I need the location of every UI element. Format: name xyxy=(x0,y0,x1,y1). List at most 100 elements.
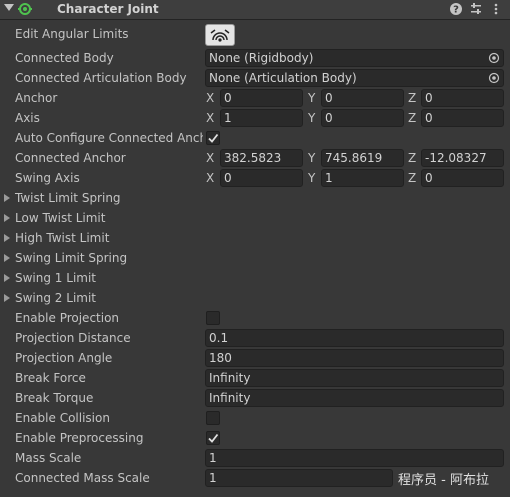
x-axis-label: X xyxy=(206,151,215,165)
y-axis-label: Y xyxy=(308,91,316,105)
edit-angular-limits-row: Edit Angular Limits xyxy=(0,24,510,44)
connected-articulation-body-value: None (Articulation Body) xyxy=(209,71,357,85)
swing-axis-label: Swing Axis xyxy=(15,171,80,185)
object-picker-icon[interactable] xyxy=(488,52,500,64)
anchor-z-field[interactable]: 0 xyxy=(421,89,504,107)
enable-projection-label: Enable Projection xyxy=(15,311,120,325)
projection-angle-field[interactable]: 180 xyxy=(205,349,504,367)
foldout-arrow-icon[interactable] xyxy=(4,294,10,302)
auto-configure-row: Auto Configure Connected Ancho xyxy=(0,128,510,148)
edit-angular-limits-button[interactable] xyxy=(205,24,235,46)
component-title: Character Joint xyxy=(57,2,159,16)
watermark-text: 程序员 - 阿布拉 xyxy=(398,473,489,488)
z-axis-label: Z xyxy=(408,151,417,165)
anchor-y-field[interactable]: 0 xyxy=(321,89,404,107)
foldout-label: Low Twist Limit xyxy=(15,211,106,225)
axis-z-field[interactable]: 0 xyxy=(421,109,504,127)
fold-arrow-icon[interactable] xyxy=(4,4,14,11)
foldout-label: High Twist Limit xyxy=(15,231,110,245)
break-force-row: Break Force Infinity xyxy=(0,368,510,388)
foldout-swing-1-limit[interactable]: Swing 1 Limit xyxy=(0,268,510,288)
break-torque-field[interactable]: Infinity xyxy=(205,389,504,407)
enable-preprocessing-checkbox[interactable] xyxy=(206,431,220,445)
foldout-arrow-icon[interactable] xyxy=(4,234,10,242)
y-axis-label: Y xyxy=(308,171,316,185)
auto-configure-label: Auto Configure Connected Ancho xyxy=(15,131,203,145)
connected-anchor-y-field[interactable]: 745.8619 xyxy=(321,149,404,167)
connected-anchor-z-field[interactable]: -12.08327 xyxy=(421,149,504,167)
z-axis-label: Z xyxy=(408,91,417,105)
swing-axis-x-field[interactable]: 0 xyxy=(220,169,303,187)
connected-anchor-x-field[interactable]: 382.5823 xyxy=(220,149,303,167)
break-force-field[interactable]: Infinity xyxy=(205,369,504,387)
axis-x-field[interactable]: 1 xyxy=(220,109,303,127)
connected-anchor-label: Connected Anchor xyxy=(15,151,126,165)
mass-scale-label: Mass Scale xyxy=(15,451,82,465)
swing-axis-row: Swing Axis X 0 Y 1 Z 0 xyxy=(0,168,510,188)
y-axis-label: Y xyxy=(308,111,316,125)
connected-articulation-body-label: Connected Articulation Body xyxy=(15,71,187,85)
foldout-arrow-icon[interactable] xyxy=(4,274,10,282)
checkmark-icon xyxy=(208,133,219,143)
component-header: Character Joint ? xyxy=(0,0,510,20)
projection-distance-row: Projection Distance 0.1 xyxy=(0,328,510,348)
presets-icon[interactable] xyxy=(469,2,483,16)
foldout-high-twist-limit[interactable]: High Twist Limit xyxy=(0,228,510,248)
foldout-label: Twist Limit Spring xyxy=(15,191,121,205)
connected-mass-scale-label: Connected Mass Scale xyxy=(15,471,150,485)
swing-axis-y-field[interactable]: 1 xyxy=(321,169,404,187)
foldout-swing-limit-spring[interactable]: Swing Limit Spring xyxy=(0,248,510,268)
axis-y-field[interactable]: 0 xyxy=(321,109,404,127)
break-torque-label: Break Torque xyxy=(15,391,94,405)
foldout-swing-2-limit[interactable]: Swing 2 Limit xyxy=(0,288,510,308)
connected-articulation-body-row: Connected Articulation Body None (Articu… xyxy=(0,68,510,88)
foldout-arrow-icon[interactable] xyxy=(4,254,10,262)
foldout-twist-limit-spring[interactable]: Twist Limit Spring xyxy=(0,188,510,208)
angular-limits-edit-icon xyxy=(210,29,230,42)
projection-angle-label: Projection Angle xyxy=(15,351,113,365)
foldout-label: Swing Limit Spring xyxy=(15,251,128,265)
enable-projection-checkbox[interactable] xyxy=(206,311,220,325)
enable-preprocessing-label: Enable Preprocessing xyxy=(15,431,144,445)
enable-collision-checkbox[interactable] xyxy=(206,411,220,425)
y-axis-label: Y xyxy=(308,151,316,165)
enable-collision-label: Enable Collision xyxy=(15,411,110,425)
checkmark-icon xyxy=(208,433,219,443)
connected-anchor-row: Connected Anchor X 382.5823 Y 745.8619 Z… xyxy=(0,148,510,168)
axis-row: Axis X 1 Y 0 Z 0 xyxy=(0,108,510,128)
projection-angle-row: Projection Angle 180 xyxy=(0,348,510,368)
x-axis-label: X xyxy=(206,91,215,105)
anchor-x-field[interactable]: 0 xyxy=(220,89,303,107)
connected-body-value: None (Rigidbody) xyxy=(209,51,314,65)
foldout-label: Swing 2 Limit xyxy=(15,291,96,305)
auto-configure-checkbox[interactable] xyxy=(206,131,220,145)
foldout-arrow-icon[interactable] xyxy=(4,194,10,202)
mass-scale-field[interactable]: 1 xyxy=(205,449,504,467)
x-axis-label: X xyxy=(206,111,215,125)
foldout-label: Swing 1 Limit xyxy=(15,271,96,285)
component-enabled-icon[interactable] xyxy=(18,2,32,16)
connected-body-label: Connected Body xyxy=(15,51,114,65)
enable-projection-row: Enable Projection xyxy=(0,308,510,328)
anchor-label: Anchor xyxy=(15,91,58,105)
help-icon[interactable]: ? xyxy=(449,2,463,16)
foldout-low-twist-limit[interactable]: Low Twist Limit xyxy=(0,208,510,228)
swing-axis-z-field[interactable]: 0 xyxy=(421,169,504,187)
more-icon[interactable] xyxy=(489,2,503,16)
break-force-label: Break Force xyxy=(15,371,86,385)
anchor-row: Anchor X 0 Y 0 Z 0 xyxy=(0,88,510,108)
connected-articulation-body-field[interactable]: None (Articulation Body) xyxy=(205,69,504,87)
connected-body-field[interactable]: None (Rigidbody) xyxy=(205,49,504,67)
enable-preprocessing-row: Enable Preprocessing xyxy=(0,428,510,448)
connected-mass-scale-field[interactable]: 1 xyxy=(205,469,393,487)
mass-scale-row: Mass Scale 1 xyxy=(0,448,510,468)
break-torque-row: Break Torque Infinity xyxy=(0,388,510,408)
object-picker-icon[interactable] xyxy=(488,72,500,84)
x-axis-label: X xyxy=(206,171,215,185)
projection-distance-label: Projection Distance xyxy=(15,331,131,345)
projection-distance-field[interactable]: 0.1 xyxy=(205,329,504,347)
z-axis-label: Z xyxy=(408,111,417,125)
axis-label: Axis xyxy=(15,111,40,125)
connected-body-row: Connected Body None (Rigidbody) xyxy=(0,48,510,68)
foldout-arrow-icon[interactable] xyxy=(4,214,10,222)
